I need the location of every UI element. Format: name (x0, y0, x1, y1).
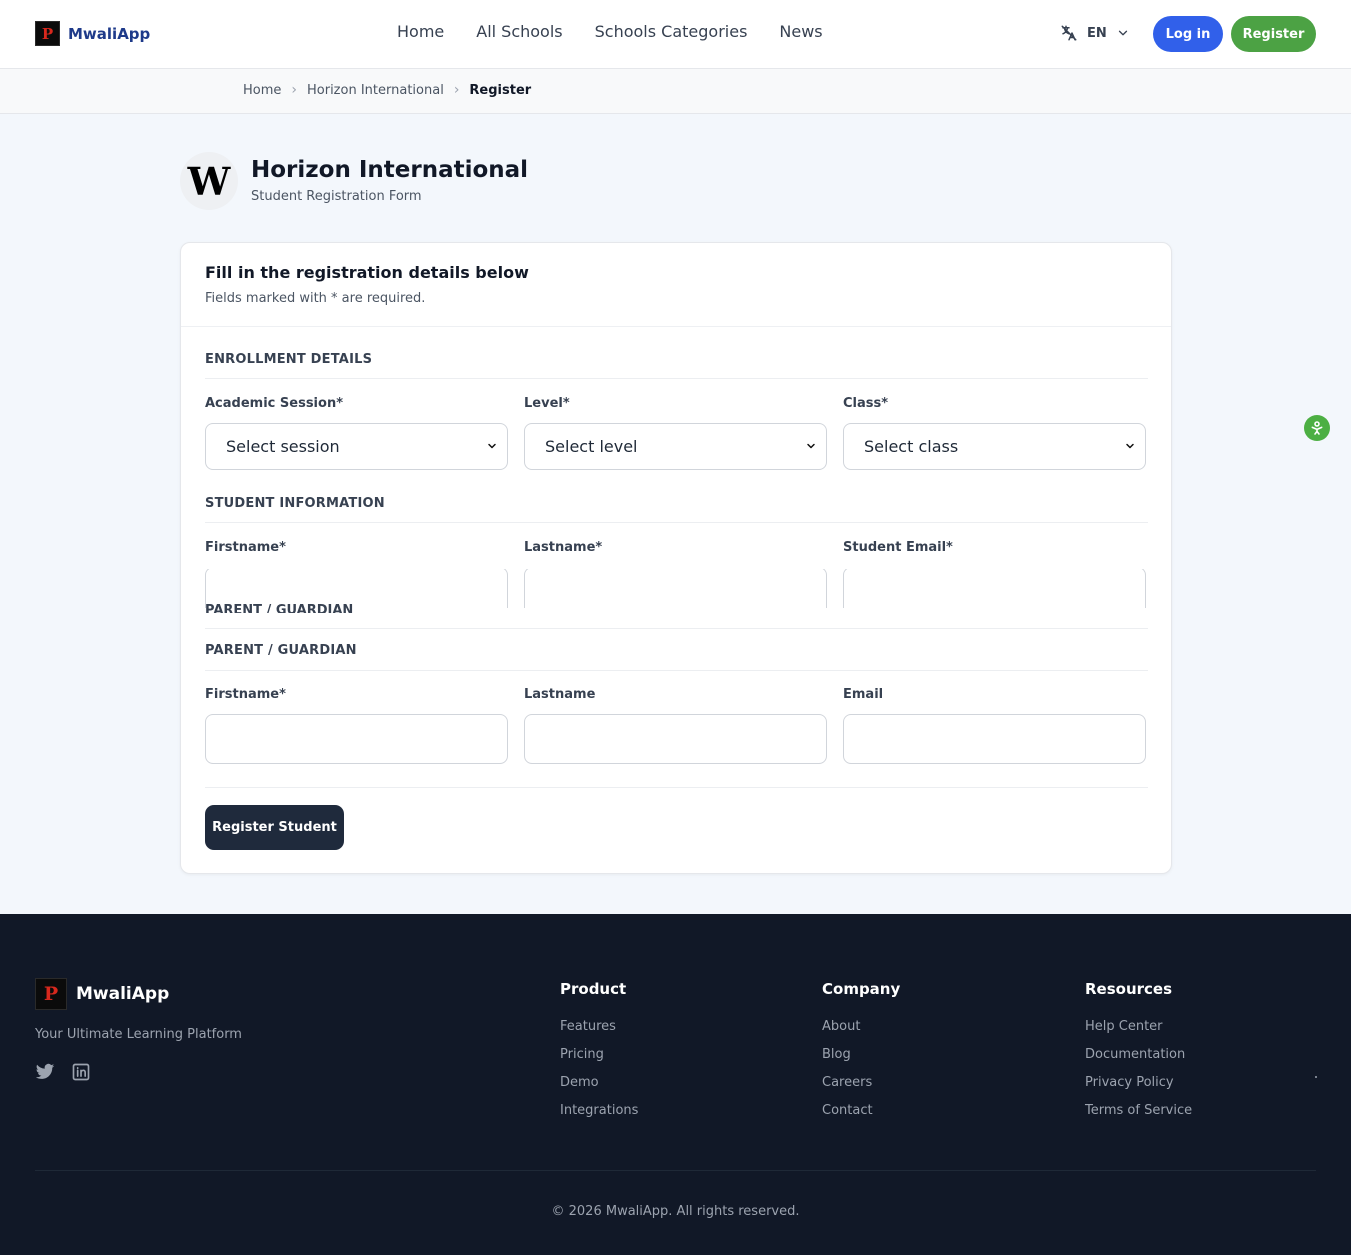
student-lastname-input[interactable] (524, 569, 827, 608)
guardian-firstname-label: Firstname* (205, 687, 286, 702)
translate-icon (1061, 25, 1077, 41)
footer-brand-logo: P (35, 978, 67, 1010)
breadcrumb-school[interactable]: Horizon International (307, 83, 444, 98)
footer-link-contact[interactable]: Contact (822, 1102, 900, 1119)
section-divider (205, 628, 1148, 629)
section-divider (205, 378, 1148, 379)
student-lastname-label: Lastname* (524, 540, 603, 555)
footer-link-integrations[interactable]: Integrations (560, 1102, 638, 1119)
school-logo: W (180, 152, 238, 210)
nav-schools-categories[interactable]: Schools Categories (595, 22, 748, 41)
footer-link-terms[interactable]: Terms of Service (1085, 1102, 1192, 1119)
guardian-firstname-input[interactable] (205, 714, 508, 764)
footer-col-title: Company (822, 980, 901, 998)
brand-name: MwaliApp (68, 24, 151, 43)
guardian-email-input[interactable] (843, 714, 1146, 764)
level-select-value: Select level (545, 437, 638, 456)
register-button[interactable]: Register (1231, 16, 1316, 52)
footer-divider (35, 1170, 1316, 1171)
nav-all-schools[interactable]: All Schools (476, 22, 562, 41)
student-email-label: Student Email* (843, 540, 953, 555)
linkedin-icon[interactable] (71, 1062, 91, 1082)
footer-brand-name: MwaliApp (76, 984, 170, 1004)
breadcrumb-home[interactable]: Home (243, 83, 281, 98)
main-nav: Home All Schools Schools Categories News (397, 22, 823, 41)
student-firstname-label: Firstname* (205, 540, 286, 555)
nav-news[interactable]: News (779, 22, 822, 41)
session-select-value: Select session (226, 437, 340, 456)
footer-link-pricing[interactable]: Pricing (560, 1046, 638, 1063)
accessibility-widget-icon[interactable] (1304, 415, 1330, 441)
section-divider (205, 522, 1148, 523)
footer-col-product: Product Features Pricing Demo Integratio… (560, 980, 638, 1130)
breadcrumb-bar: Home › Horizon International › Register (0, 69, 1351, 114)
class-select[interactable]: Select class (843, 423, 1146, 470)
language-code: EN (1087, 25, 1107, 41)
twitter-icon[interactable] (35, 1062, 55, 1082)
footer-link-about[interactable]: About (822, 1018, 900, 1035)
decorative-dot (1315, 1076, 1317, 1078)
footer-link-documentation[interactable]: Documentation (1085, 1046, 1192, 1063)
chevron-right-icon: › (453, 82, 460, 98)
footer-col-title: Product (560, 980, 627, 998)
breadcrumb: Home › Horizon International › Register (243, 82, 531, 98)
class-label: Class* (843, 396, 889, 411)
student-section-title: STUDENT INFORMATION (205, 496, 385, 511)
footer-col-resources: Resources Help Center Documentation Priv… (1085, 980, 1192, 1130)
form-title: Fill in the registration details below (205, 263, 529, 282)
login-button[interactable]: Log in (1153, 16, 1223, 52)
brand-link[interactable]: P MwaliApp (35, 21, 150, 46)
footer-link-demo[interactable]: Demo (560, 1074, 638, 1091)
session-select[interactable]: Select session (205, 423, 508, 470)
footer-link-careers[interactable]: Careers (822, 1074, 900, 1091)
footer-col-title: Resources (1085, 980, 1173, 998)
footer-copyright: © 2026 MwaliApp. All rights reserved. (551, 1204, 800, 1219)
footer: P MwaliApp Your Ultimate Learning Platfo… (0, 914, 1351, 1255)
footer-link-privacy-policy[interactable]: Privacy Policy (1085, 1074, 1192, 1091)
enrollment-section-title: ENROLLMENT DETAILS (205, 352, 373, 367)
breadcrumb-current: Register (469, 82, 532, 98)
session-label: Academic Session* (205, 396, 343, 411)
footer-link-blog[interactable]: Blog (822, 1046, 900, 1063)
registration-card: Fill in the registration details below F… (180, 242, 1172, 874)
chevron-down-icon (1118, 30, 1127, 36)
chevron-right-icon: › (291, 82, 297, 98)
form-note: Fields marked with * are required. (205, 291, 426, 306)
footer-link-help-center[interactable]: Help Center (1085, 1018, 1192, 1035)
card-header: Fill in the registration details below F… (181, 243, 1171, 327)
chevron-down-icon (807, 443, 815, 449)
footer-col-company: Company About Blog Careers Contact (822, 980, 900, 1130)
guardian-section-title-ghost: PARENT / GUARDIAN (205, 603, 354, 613)
footer-link-features[interactable]: Features (560, 1018, 638, 1035)
section-divider (205, 670, 1148, 671)
top-navbar: P MwaliApp Home All Schools Schools Cate… (0, 0, 1351, 69)
brand-logo: P (35, 21, 60, 46)
student-email-input[interactable] (843, 569, 1146, 608)
guardian-lastname-input[interactable] (524, 714, 827, 764)
level-label: Level* (524, 396, 570, 411)
school-name: Horizon International (251, 157, 529, 183)
person-icon (1311, 421, 1323, 435)
footer-tagline: Your Ultimate Learning Platform (35, 1027, 242, 1042)
chevron-down-icon (1126, 443, 1134, 449)
guardian-lastname-label: Lastname (524, 687, 596, 702)
language-selector[interactable]: EN (1060, 24, 1130, 42)
level-select[interactable]: Select level (524, 423, 827, 470)
register-student-button[interactable]: Register Student (205, 805, 344, 850)
school-subtitle: Student Registration Form (251, 189, 422, 204)
guardian-section-title: PARENT / GUARDIAN (205, 643, 357, 658)
nav-home[interactable]: Home (397, 22, 444, 41)
class-select-value: Select class (864, 437, 959, 456)
section-divider (205, 787, 1148, 788)
chevron-down-icon (488, 443, 496, 449)
footer-brand[interactable]: P MwaliApp (35, 978, 169, 1010)
guardian-email-label: Email (843, 687, 884, 702)
social-links (35, 1062, 91, 1082)
